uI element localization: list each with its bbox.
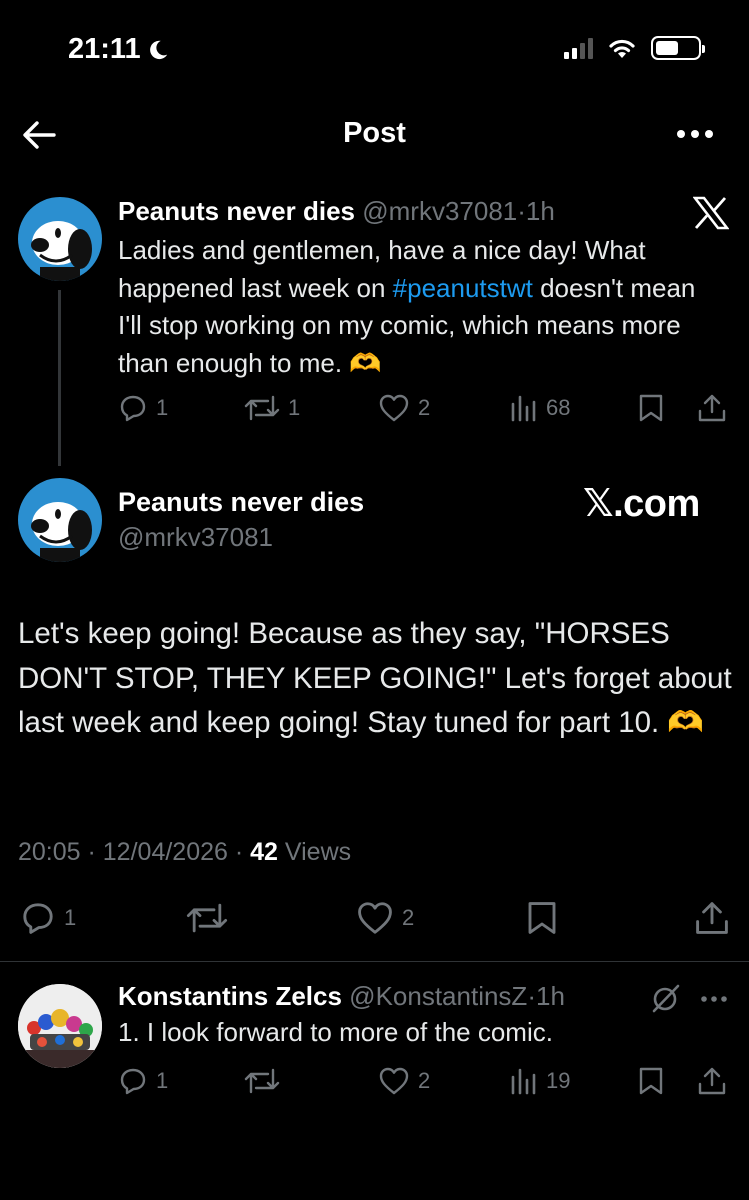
cellular-signal-icon <box>564 37 593 59</box>
like-count: 2 <box>418 1068 431 1093</box>
display-name[interactable]: Peanuts never dies <box>118 196 355 226</box>
timestamp: 1h <box>525 196 555 226</box>
tweet-time: 20:05 <box>18 838 81 866</box>
grok-icon[interactable] <box>650 982 682 1014</box>
bookmark-icon <box>528 902 556 934</box>
divider <box>0 961 749 962</box>
heart-icon <box>379 394 409 422</box>
share-button[interactable] <box>694 900 730 936</box>
like-button[interactable]: 2 <box>378 393 430 423</box>
like-count: 2 <box>418 395 431 420</box>
views-chart-icon <box>511 395 536 422</box>
moon-icon <box>149 40 167 59</box>
repost-icon <box>244 395 280 421</box>
x-logo-icon <box>693 196 729 230</box>
tweet-text: 1. I look forward to more of the comic. <box>118 1017 553 1047</box>
display-name[interactable]: Konstantins Zelcs <box>118 981 342 1011</box>
repost-button[interactable]: 1 <box>244 393 300 423</box>
page-title: Post <box>343 117 406 149</box>
share-button[interactable] <box>697 1066 727 1096</box>
snoopy-avatar-image <box>18 197 102 281</box>
bookmark-button[interactable] <box>638 393 664 423</box>
handle[interactable]: @mrkv37081 <box>362 196 517 226</box>
tweet-actions: 1 2 <box>0 900 749 940</box>
share-icon <box>696 902 728 934</box>
thread-connector-line <box>58 290 61 466</box>
more-options-icon[interactable] <box>700 994 728 1004</box>
status-icons <box>564 36 705 60</box>
handle[interactable]: @KonstantinsZ <box>349 981 527 1011</box>
battery-icon <box>651 36 705 60</box>
handle[interactable]: @mrkv37081 <box>118 522 273 553</box>
reply-button[interactable]: 1 <box>118 1066 168 1096</box>
share-icon <box>698 1067 726 1095</box>
reply-count: 1 <box>156 1068 169 1093</box>
display-name[interactable]: Peanuts never dies <box>118 487 364 518</box>
avatar[interactable] <box>18 984 102 1068</box>
tweet-text: Let's keep going! Because as they say, "… <box>18 617 732 739</box>
reply-icon <box>120 1068 146 1095</box>
views-value: 42 <box>250 838 278 866</box>
hashtag-link[interactable]: #peanutstwt <box>393 273 533 303</box>
reply-button[interactable]: 1 <box>118 393 168 423</box>
timestamp: 1h <box>535 981 565 1011</box>
views-button[interactable]: 19 <box>510 1066 570 1096</box>
avatar[interactable] <box>18 197 102 281</box>
share-button[interactable] <box>697 393 727 423</box>
status-clock: 21:11 <box>68 33 169 66</box>
repost-count: 1 <box>288 395 301 420</box>
snoopy-avatar-image <box>18 478 102 562</box>
reply-count: 1 <box>156 395 169 420</box>
nav-bar: Post <box>0 100 749 170</box>
tweet-actions: 1 1 2 68 <box>0 393 749 429</box>
view-count: 19 <box>546 1068 571 1093</box>
repost-icon <box>244 1068 280 1094</box>
repost-button[interactable] <box>186 900 228 936</box>
bookmark-button[interactable] <box>638 1066 664 1096</box>
more-options-icon[interactable] <box>675 118 715 150</box>
tweet-date: 12/04/2026 <box>102 838 228 866</box>
figurines-avatar-image <box>18 984 102 1068</box>
bookmark-icon <box>639 394 663 422</box>
like-count: 2 <box>402 905 415 930</box>
tweet-actions: 1 2 19 <box>0 1066 749 1102</box>
heart-icon <box>379 1067 409 1095</box>
repost-button[interactable] <box>244 1066 280 1096</box>
like-button[interactable]: 2 <box>356 900 414 936</box>
reply-icon <box>120 395 146 422</box>
bookmark-icon <box>639 1067 663 1095</box>
bookmark-button[interactable] <box>526 900 558 936</box>
x-com-watermark: 𝕏.com <box>583 483 700 525</box>
share-icon <box>698 394 726 422</box>
tweet-meta: 20:05 · 12/04/2026 · 42 Views <box>18 838 352 866</box>
reply-count: 1 <box>64 905 77 930</box>
views-button[interactable]: 68 <box>510 393 570 423</box>
tweet-header: Konstantins Zelcs @KonstantinsZ·1h <box>118 981 565 1012</box>
repost-icon <box>186 903 228 933</box>
view-count: 68 <box>546 395 571 420</box>
reply-icon <box>23 903 53 934</box>
like-button[interactable]: 2 <box>378 1066 430 1096</box>
reply-button[interactable]: 1 <box>20 900 76 936</box>
tweet-text: Ladies and gentlemen, have a nice day! W… <box>118 232 718 382</box>
separator-dot: · <box>527 981 536 1011</box>
heart-icon <box>358 902 392 934</box>
separator-dot: · <box>517 196 526 226</box>
wifi-icon <box>609 39 635 58</box>
views-label: Views <box>284 838 352 866</box>
status-bar: 21:11 <box>0 0 749 100</box>
avatar[interactable] <box>18 478 102 562</box>
views-chart-icon <box>511 1068 536 1095</box>
status-time: 21:11 <box>68 33 141 65</box>
tweet-header: Peanuts never dies @mrkv37081·1h <box>118 196 555 227</box>
